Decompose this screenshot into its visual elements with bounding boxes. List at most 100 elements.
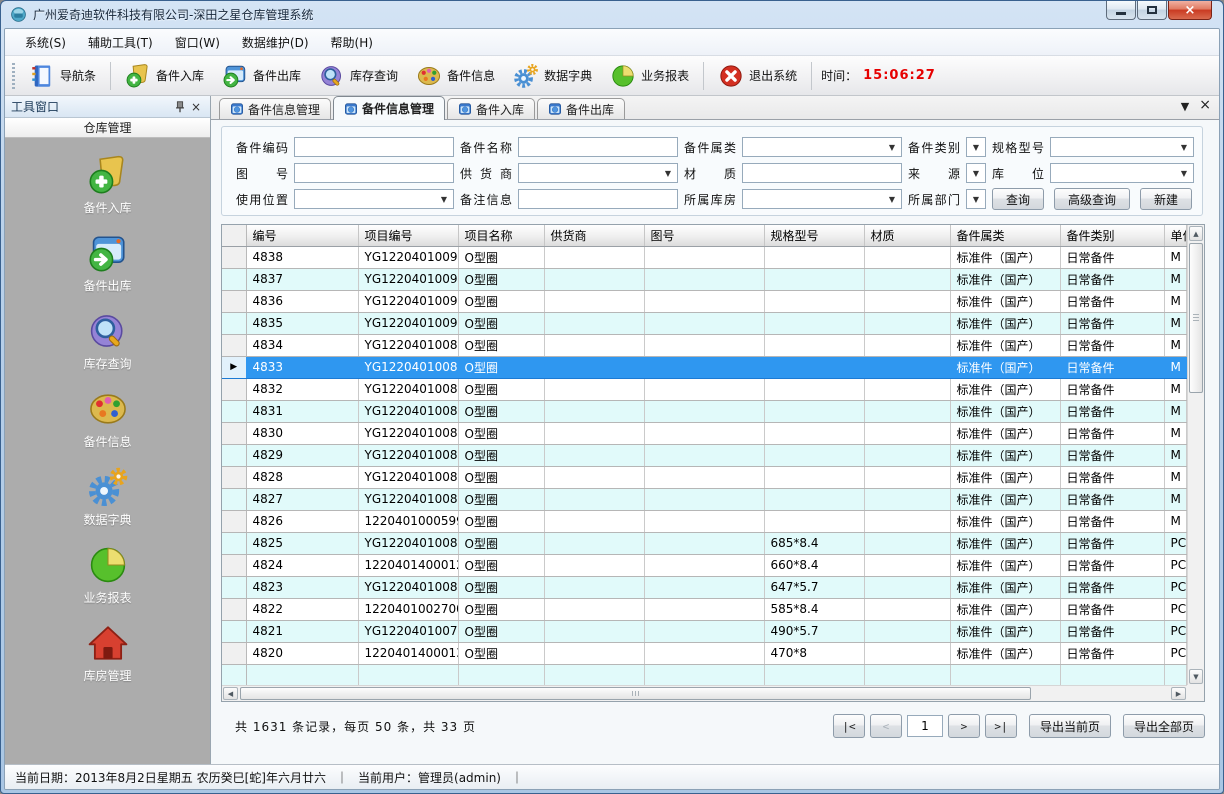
last-page-button[interactable]: >|	[985, 714, 1017, 738]
table-row[interactable]: 4825YG12204010081O型圈685*8.4标准件（国产）日常备件PC	[222, 532, 1186, 554]
toolbar-grip[interactable]	[12, 63, 15, 89]
column-header[interactable]: 项目编号	[358, 225, 458, 246]
table-row[interactable]: 4827YG12204010082O型圈标准件（国产）日常备件M	[222, 488, 1186, 510]
minimize-button[interactable]	[1106, 1, 1136, 20]
export-all-pages-button[interactable]: 导出全部页	[1123, 714, 1205, 738]
table-row[interactable]: 48221220401002700O型圈585*8.4标准件（国产）日常备件PC	[222, 598, 1186, 620]
menu-help[interactable]: 帮助(H)	[321, 31, 383, 54]
material-input[interactable]	[742, 163, 902, 183]
column-header[interactable]: 编号	[246, 225, 358, 246]
first-page-button[interactable]: |<	[833, 714, 865, 738]
toolbar-navigator-button[interactable]: 导航条	[20, 59, 105, 93]
table-row[interactable]: 4832YG12204010087O型圈标准件（国产）日常备件M	[222, 378, 1186, 400]
cell: O型圈	[458, 488, 544, 510]
sidebar-item-business-report[interactable]: 业务报表	[5, 538, 210, 616]
scroll-left-icon[interactable]: ◀	[223, 687, 238, 700]
sidebar-item-parts-info[interactable]: 备件信息	[5, 382, 210, 460]
table-row[interactable]: 4838YG12204010093O型圈标准件（国产）日常备件M	[222, 246, 1186, 268]
supplier-select[interactable]: ▼	[518, 163, 678, 183]
part-code-input[interactable]	[294, 137, 454, 157]
scroll-down-icon[interactable]: ▼	[1189, 669, 1203, 684]
sidebar-group-warehouse[interactable]: 仓库管理	[5, 118, 210, 138]
part-class-select[interactable]: ▼	[966, 137, 986, 157]
vertical-scrollbar[interactable]: ▲ ▼	[1187, 225, 1204, 685]
next-page-button[interactable]: >	[948, 714, 980, 738]
menu-window[interactable]: 窗口(W)	[165, 31, 230, 54]
department-select[interactable]: ▼	[966, 189, 986, 209]
part-category-select[interactable]: ▼	[742, 137, 902, 157]
table-row[interactable]: 4821YG12204010079O型圈490*5.7标准件（国产）日常备件PC	[222, 620, 1186, 642]
menu-aux-tools[interactable]: 辅助工具(T)	[78, 31, 163, 54]
menu-data-maintain[interactable]: 数据维护(D)	[232, 31, 319, 54]
scroll-up-icon[interactable]: ▲	[1189, 226, 1203, 241]
column-header[interactable]: 图号	[644, 225, 764, 246]
column-header[interactable]: 项目名称	[458, 225, 544, 246]
horizontal-scrollbar[interactable]: ◀ ▶	[222, 685, 1187, 701]
table-row[interactable]: 48201220401400013O型圈470*8标准件（国产）日常备件PC	[222, 642, 1186, 664]
column-header[interactable]: 单位	[1164, 225, 1186, 246]
column-header[interactable]: 备件类别	[1060, 225, 1164, 246]
table-row[interactable]: 48241220401400012O型圈660*8.4标准件（国产）日常备件PC	[222, 554, 1186, 576]
column-header[interactable]: 备件属类	[950, 225, 1060, 246]
toolbar-business-report-button[interactable]: 业务报表	[601, 59, 698, 93]
usage-position-select[interactable]: ▼	[294, 189, 454, 209]
sidebar-item-parts-outbound[interactable]: 备件出库	[5, 226, 210, 304]
maximize-button[interactable]	[1137, 1, 1167, 20]
drawing-no-input[interactable]	[294, 163, 454, 183]
new-button[interactable]: 新建	[1140, 188, 1192, 210]
sidebar-item-warehouse-manage[interactable]: 库房管理	[5, 616, 210, 694]
cell: 日常备件	[1060, 444, 1164, 466]
horizontal-scroll-thumb[interactable]	[240, 687, 1031, 700]
query-button[interactable]: 查询	[992, 188, 1044, 210]
column-header[interactable]: 规格型号	[764, 225, 864, 246]
pin-button[interactable]	[172, 99, 188, 115]
sidebar-item-parts-inbound[interactable]: 备件入库	[5, 148, 210, 226]
menu-system[interactable]: 系统(S)	[15, 31, 76, 54]
toolbar-exit-system-button[interactable]: 退出系统	[709, 59, 806, 93]
tab-parts-inbound[interactable]: 备件入库	[447, 98, 535, 119]
page-number-input[interactable]	[907, 715, 943, 737]
prev-page-button[interactable]: <	[870, 714, 902, 738]
sidebar-item-stock-query[interactable]: 库存查询	[5, 304, 210, 382]
cell: 标准件（国产）	[950, 400, 1060, 422]
tab-parts-outbound[interactable]: 备件出库	[537, 98, 625, 119]
cell: YG12204010089	[358, 334, 458, 356]
toolbar-parts-outbound-button[interactable]: 备件出库	[213, 59, 310, 93]
cell: 日常备件	[1060, 246, 1164, 268]
table-row[interactable]: 4837YG12204010092O型圈标准件（国产）日常备件M	[222, 268, 1186, 290]
toolbar-parts-info-button[interactable]: 备件信息	[407, 59, 504, 93]
tab-parts-info-manage-2[interactable]: 备件信息管理	[333, 96, 445, 120]
table-row[interactable]: 4831YG12204010086O型圈标准件（国产）日常备件M	[222, 400, 1186, 422]
part-name-input[interactable]	[518, 137, 678, 157]
table-row[interactable]: 4829YG12204010084O型圈标准件（国产）日常备件M	[222, 444, 1186, 466]
export-current-page-button[interactable]: 导出当前页	[1029, 714, 1111, 738]
table-row[interactable]: 4835YG12204010090O型圈标准件（国产）日常备件M	[222, 312, 1186, 334]
tab-list-dropdown-button[interactable]: ▼	[1181, 100, 1189, 113]
table-row[interactable]: ▶4833YG12204010088O型圈标准件（国产）日常备件M	[222, 356, 1186, 378]
vertical-scroll-thumb[interactable]	[1189, 243, 1203, 393]
location-select[interactable]: ▼	[1050, 163, 1194, 183]
remark-input[interactable]	[518, 189, 678, 209]
cell	[544, 378, 644, 400]
table-row[interactable]: 4836YG12204010091O型圈标准件（国产）日常备件M	[222, 290, 1186, 312]
table-row[interactable]: 4834YG12204010089O型圈标准件（国产）日常备件M	[222, 334, 1186, 356]
close-button[interactable]: ×	[1168, 1, 1212, 20]
panel-close-button[interactable]: ×	[188, 99, 204, 115]
table-row[interactable]: 48261220401000599O型圈标准件（国产）日常备件M	[222, 510, 1186, 532]
table-row[interactable]: 4823YG12204010080O型圈647*5.7标准件（国产）日常备件PC	[222, 576, 1186, 598]
toolbar-stock-query-button[interactable]: 库存查询	[310, 59, 407, 93]
column-header[interactable]: 供货商	[544, 225, 644, 246]
warehouse-select[interactable]: ▼	[742, 189, 902, 209]
scroll-right-icon[interactable]: ▶	[1171, 687, 1186, 700]
sidebar-item-data-dictionary[interactable]: 数据字典	[5, 460, 210, 538]
spec-model-select[interactable]: ▼	[1050, 137, 1194, 157]
tab-close-button[interactable]: ×	[1199, 100, 1211, 113]
toolbar-data-dictionary-button[interactable]: 数据字典	[504, 59, 601, 93]
source-select[interactable]: ▼	[966, 163, 986, 183]
advanced-query-button[interactable]: 高级查询	[1054, 188, 1130, 210]
column-header[interactable]: 材质	[864, 225, 950, 246]
table-row[interactable]: 4830YG12204010085O型圈标准件（国产）日常备件M	[222, 422, 1186, 444]
toolbar-parts-inbound-button[interactable]: 备件入库	[116, 59, 213, 93]
tab-parts-info-manage-1[interactable]: 备件信息管理	[219, 98, 331, 119]
table-row[interactable]: 4828YG12204010083O型圈标准件（国产）日常备件M	[222, 466, 1186, 488]
